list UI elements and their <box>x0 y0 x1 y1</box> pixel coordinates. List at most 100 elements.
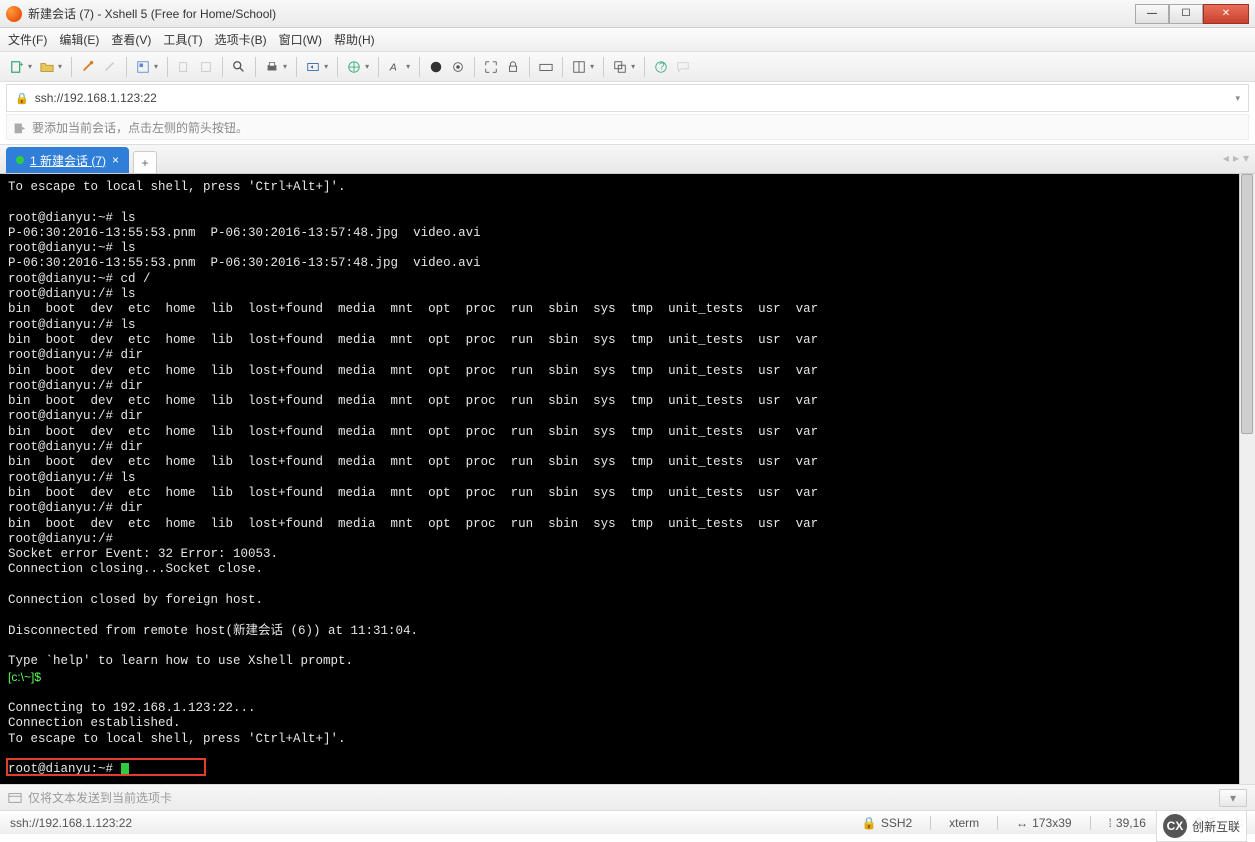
window-title: 新建会话 (7) - Xshell 5 (Free for Home/Schoo… <box>28 5 276 22</box>
open-icon[interactable] <box>38 58 56 76</box>
hint-arrow-icon <box>13 121 26 134</box>
dropdown-icon[interactable]: ▾ <box>283 62 287 71</box>
dropdown-icon[interactable]: ▾ <box>154 62 158 71</box>
new-session-icon[interactable] <box>8 58 26 76</box>
paste-icon[interactable] <box>197 58 215 76</box>
send-placeholder[interactable]: 仅将文本发送到当前选项卡 <box>28 789 172 806</box>
watermark: CX 创新互联 <box>1156 810 1247 842</box>
toolbar: ▾ ▾ ▾ ▾ ▾ ▾ A ▾ ▾ ▾ ? <box>0 52 1255 82</box>
globe-icon[interactable] <box>345 58 363 76</box>
hint-text: 要添加当前会话，点击左侧的箭头按钮。 <box>32 119 248 136</box>
size-icon: ↔ <box>1016 816 1028 830</box>
transfer-icon[interactable] <box>304 58 322 76</box>
close-button[interactable]: ✕ <box>1203 4 1249 24</box>
menu-edit[interactable]: 编辑(E) <box>59 31 99 48</box>
separator <box>255 57 256 77</box>
terminal-scrollbar[interactable] <box>1239 174 1255 784</box>
font-icon[interactable]: A <box>386 58 404 76</box>
window-controls: — ☐ ✕ <box>1135 4 1249 24</box>
separator <box>474 57 475 77</box>
send-icon <box>8 791 22 805</box>
tab-nav: ◂ ▸ ▾ <box>1223 151 1249 165</box>
dropdown-icon[interactable]: ▾ <box>365 62 369 71</box>
separator <box>337 57 338 77</box>
dropdown-icon[interactable]: ▾ <box>324 62 328 71</box>
separator <box>1090 816 1091 830</box>
status-cursor-text: 39,16 <box>1116 816 1146 830</box>
lock-icon[interactable] <box>504 58 522 76</box>
separator <box>222 57 223 77</box>
terminal-area[interactable]: To escape to local shell, press 'Ctrl+Al… <box>0 174 1255 784</box>
menu-tools[interactable]: 工具(T) <box>163 31 202 48</box>
highlight-icon[interactable] <box>449 58 467 76</box>
dropdown-icon[interactable]: ▾ <box>590 62 594 71</box>
menu-window[interactable]: 窗口(W) <box>279 31 322 48</box>
status-proto-text: SSH2 <box>881 816 912 830</box>
status-address: ssh://192.168.1.123:22 <box>10 816 844 830</box>
lock-icon: 🔒 <box>15 92 29 105</box>
status-dot-icon <box>16 156 24 164</box>
separator <box>644 57 645 77</box>
maximize-button[interactable]: ☐ <box>1169 4 1203 24</box>
separator <box>419 57 420 77</box>
status-proto: 🔒SSH2 <box>862 816 912 830</box>
separator <box>997 816 998 830</box>
watermark-text: 创新互联 <box>1192 818 1240 835</box>
reconnect-icon[interactable] <box>79 58 97 76</box>
chat-icon[interactable] <box>674 58 692 76</box>
menu-help[interactable]: 帮助(H) <box>334 31 375 48</box>
menubar: 文件(F) 编辑(E) 查看(V) 工具(T) 选项卡(B) 窗口(W) 帮助(… <box>0 28 1255 52</box>
titlebar: 新建会话 (7) - Xshell 5 (Free for Home/Schoo… <box>0 0 1255 28</box>
properties-icon[interactable] <box>134 58 152 76</box>
status-cursor: ⁞ 39,16 <box>1109 816 1146 830</box>
cursor-icon: ⁞ <box>1109 816 1112 830</box>
address-text[interactable]: ssh://192.168.1.123:22 <box>35 91 1230 105</box>
tab-close-icon[interactable]: × <box>112 153 119 167</box>
status-term: xterm <box>949 816 979 830</box>
separator <box>930 816 931 830</box>
separator <box>562 57 563 77</box>
copy-icon[interactable] <box>175 58 193 76</box>
dropdown-icon[interactable]: ▾ <box>58 62 62 71</box>
dropdown-icon[interactable]: ▾ <box>28 62 32 71</box>
cascade-icon[interactable] <box>611 58 629 76</box>
tab-prev-icon[interactable]: ◂ <box>1223 151 1229 165</box>
tab-label: 1 新建会话 (7) <box>30 152 106 169</box>
separator <box>529 57 530 77</box>
send-bar: 仅将文本发送到当前选项卡 ▾ <box>0 784 1255 810</box>
separator <box>603 57 604 77</box>
menu-view[interactable]: 查看(V) <box>111 31 151 48</box>
address-bar[interactable]: 🔒 ssh://192.168.1.123:22 ▾ <box>6 84 1249 112</box>
add-tab-button[interactable]: + <box>133 151 157 173</box>
dropdown-icon[interactable]: ▾ <box>1235 93 1240 104</box>
separator <box>378 57 379 77</box>
separator <box>126 57 127 77</box>
menu-tabs[interactable]: 选项卡(B) <box>215 31 267 48</box>
layout-icon[interactable] <box>570 58 588 76</box>
separator <box>71 57 72 77</box>
fullscreen-icon[interactable] <box>482 58 500 76</box>
send-dropdown[interactable]: ▾ <box>1219 789 1247 807</box>
dropdown-icon[interactable]: ▾ <box>406 62 410 71</box>
keyboard-icon[interactable] <box>537 58 555 76</box>
status-size-text: 173x39 <box>1032 816 1071 830</box>
menu-file[interactable]: 文件(F) <box>8 31 47 48</box>
minimize-button[interactable]: — <box>1135 4 1169 24</box>
session-tab[interactable]: 1 新建会话 (7) × <box>6 147 129 173</box>
svg-text:A: A <box>389 61 397 73</box>
watermark-icon: CX <box>1163 814 1187 838</box>
scrollbar-thumb[interactable] <box>1241 174 1253 434</box>
svg-text:?: ? <box>659 60 665 72</box>
disconnect-icon[interactable] <box>101 58 119 76</box>
search-icon[interactable] <box>230 58 248 76</box>
tab-next-icon[interactable]: ▸ <box>1233 151 1239 165</box>
tab-strip: 1 新建会话 (7) × + ◂ ▸ ▾ <box>0 144 1255 174</box>
status-bar: ssh://192.168.1.123:22 🔒SSH2 xterm ↔ 173x… <box>0 810 1255 834</box>
tab-menu-icon[interactable]: ▾ <box>1243 151 1249 165</box>
help-icon[interactable]: ? <box>652 58 670 76</box>
terminal-output[interactable]: To escape to local shell, press 'Ctrl+Al… <box>0 174 1255 784</box>
status-size: ↔ 173x39 <box>1016 816 1071 830</box>
print-icon[interactable] <box>263 58 281 76</box>
color-scheme-icon[interactable] <box>427 58 445 76</box>
dropdown-icon[interactable]: ▾ <box>631 62 635 71</box>
